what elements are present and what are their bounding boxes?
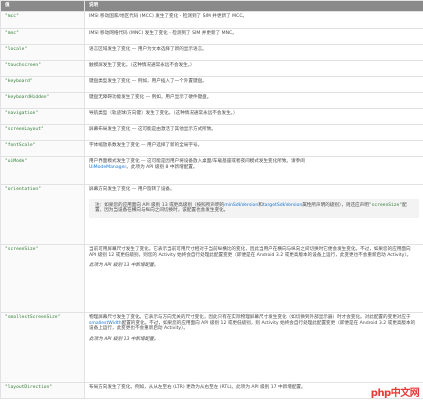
row-value: "keyboard" xyxy=(0,76,85,93)
row-value: "mnc" xyxy=(0,28,85,45)
table-row: "uiMode" 用户界面模式发生了变化 — 这可能是因用户将设备放入桌面/车载… xyxy=(0,156,423,185)
targetsdkversion-link[interactable]: targetSdkVersion xyxy=(263,203,302,208)
row-description-text: 用户界面模式发生了变化 — 这可能是因用户将设备放入桌面/车载基座或者夜间模式发… xyxy=(89,159,305,164)
header-value: 值 xyxy=(0,0,85,12)
row-value: "smallestScreenSize" xyxy=(0,312,85,383)
row-value: "screenSize" xyxy=(0,244,85,313)
table-row: "mcc" IMSI 移动国家/地区代码 (MCC) 发生了变化 - 检测到了 … xyxy=(0,11,423,29)
note-box: 注：如果您的应用面向 API 级别 13 或更高级别（按照所声明的minSdkV… xyxy=(89,198,419,219)
row-description: 当前可用屏幕尺寸发生了变化。它表示当前可用尺寸相对于当前纵横比的变化，因此当用户… xyxy=(84,244,423,313)
row-value: "layoutDirection" xyxy=(0,382,85,399)
row-description: 屏幕方向发生了变化 — 用户旋转了设备。 注：如果您的应用面向 API 级别 1… xyxy=(84,184,423,245)
note-mid2: 属性所声明的级别），则还应声明 xyxy=(302,202,369,208)
smallestwidth-link[interactable]: smallestWidth xyxy=(89,321,122,326)
row-value: "touchscreen" xyxy=(0,60,85,77)
row-description: 屏幕布局发生了变化 — 这可能是由激活了其他显示方式所致。 xyxy=(84,124,423,141)
row-value: "mcc" xyxy=(0,11,85,29)
row-description: 用户界面模式发生了变化 — 这可能是因用户将设备放入桌面/车载基座或者夜间模式发… xyxy=(84,156,423,185)
row-description: 导航类型（轨迹球/方向键）发生了变化。（这种情况通常永远不会发生。） xyxy=(84,108,423,125)
table-row: "navigation" 导航类型（轨迹球/方向键）发生了变化。（这种情况通常永… xyxy=(0,108,423,125)
row-value: "screenLayout" xyxy=(0,124,85,141)
table-row: "keyboard" 键盘类型发生了变化 — 例如，用户插入了一个外置键盘。 xyxy=(0,76,423,93)
table-row: "locale" 语言区域发生了变化 — 用户为文本选择了新的显示语言。 xyxy=(0,44,423,61)
row-description: IMSI 移动国家/地区代码 (MCC) 发生了变化 - 检测到了 SIM 并更… xyxy=(84,11,423,29)
api-level-note: 此项为 API 级别 13 中新增配置。 xyxy=(89,263,159,269)
row-description: IMSI 移动网络代码 (MNC) 发生了变化 - 检测到了 SIM 并更新了 … xyxy=(84,28,423,45)
config-changes-table: 值 说明 "mcc" IMSI 移动国家/地区代码 (MCC) 发生了变化 - … xyxy=(0,0,423,399)
row-description-tail: 。此项为 API 级别 8 中新增配置。 xyxy=(126,164,198,170)
note-code-screensize: "screenSize" xyxy=(368,202,403,208)
table-row: "mnc" IMSI 移动网络代码 (MNC) 发生了变化 - 检测到了 SIM… xyxy=(0,28,423,45)
row-description-text: 当前可用屏幕尺寸发生了变化。它表示当前可用尺寸相对于当前纵横比的变化，因此当用户… xyxy=(89,247,412,258)
row-value: "orientation" xyxy=(0,184,85,245)
table-row: "touchscreen" 触摸屏发生了变化。（这种情况通常永远不会发生。） xyxy=(0,60,423,77)
row-description: 语言区域发生了变化 — 用户为文本选择了新的显示语言。 xyxy=(84,44,423,61)
row-description: 键盘无障碍功能发生了变化 — 例如，用户显示了硬件键盘。 xyxy=(84,92,423,109)
row-value: "navigation" xyxy=(0,108,85,125)
php-cn-watermark-logo: php中文网 xyxy=(369,384,421,399)
table-row: "screenSize" 当前可用屏幕尺寸发生了变化。它表示当前可用尺寸相对于当… xyxy=(0,244,423,313)
api-level-note: 此项为 API 级别 13 中新增配置。 xyxy=(89,337,159,343)
table-row: "layoutDirection" 布局方向发生了变化。例如，从从左至右 (LT… xyxy=(0,382,423,399)
row-description: 键盘类型发生了变化 — 例如，用户插入了一个外置键盘。 xyxy=(84,76,423,93)
table-row: "screenLayout" 屏幕布局发生了变化 — 这可能是由激活了其他显示方… xyxy=(0,124,423,141)
row-value: "locale" xyxy=(0,44,85,61)
row-description: 触摸屏发生了变化。（这种情况通常永远不会发生。） xyxy=(84,60,423,77)
uimodemanager-link[interactable]: UiModeManager xyxy=(89,165,126,170)
watermark-text: php中文网 xyxy=(370,387,420,399)
row-description-text: 屏幕方向发生了变化 — 用户旋转了设备。 xyxy=(89,187,175,192)
header-description: 说明 xyxy=(84,0,423,12)
note-prefix: 注：如果您的应用面向 API 级别 13 或更高级别（按照所声明的 xyxy=(95,202,225,208)
minsdkversion-link[interactable]: minSdkVersion xyxy=(224,203,258,208)
row-description: 字体缩放系数发生了变化 — 用户选择了新的全局字号。 xyxy=(84,140,423,157)
table-header-row: 值 说明 xyxy=(0,0,423,12)
table-row: "keyboardHidden" 键盘无障碍功能发生了变化 — 例如，用户显示了… xyxy=(0,92,423,109)
table-row: "smallestScreenSize" 物理屏幕尺寸发生了变化。它表示与方向无… xyxy=(0,312,423,383)
row-description-text: 物理屏幕尺寸发生了变化。它表示与方向无关的尺寸变化，因此只有在实际物理屏幕尺寸发… xyxy=(89,315,419,332)
table-row: "fontScale" 字体缩放系数发生了变化 — 用户选择了新的全局字号。 xyxy=(0,140,423,157)
row-description-tail: 配置的变化。不过，如果您的应用面向 API 级别 12 或更低级别，则 Acti… xyxy=(89,320,416,332)
row-description-head: 物理屏幕尺寸发生了变化。它表示与方向无关的尺寸变化，因此只有在实际物理屏幕尺寸发… xyxy=(89,315,411,320)
table-row: "orientation" 屏幕方向发生了变化 — 用户旋转了设备。 注：如果您… xyxy=(0,184,423,245)
row-value: "fontScale" xyxy=(0,140,85,157)
row-value: "keyboardHidden" xyxy=(0,92,85,109)
row-description: 物理屏幕尺寸发生了变化。它表示与方向无关的尺寸变化，因此只有在实际物理屏幕尺寸发… xyxy=(84,312,423,383)
row-value: "uiMode" xyxy=(0,156,85,185)
